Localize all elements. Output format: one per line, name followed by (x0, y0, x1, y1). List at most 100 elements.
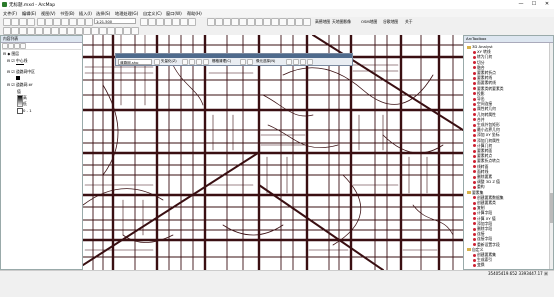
delete-icon[interactable] (61, 18, 69, 26)
toolbox-item[interactable]: 变换 (473, 262, 485, 268)
pan-tool-icon[interactable] (19, 27, 27, 35)
cell-selection-menu[interactable]: 像元选择(N) (256, 59, 275, 64)
fixed-zoom-in-icon[interactable] (239, 18, 247, 26)
tool-icon (473, 92, 476, 96)
raster-cleanup-menu[interactable]: 栅格清理(C) (212, 59, 231, 64)
undo-icon[interactable] (69, 18, 77, 26)
find-icon[interactable] (107, 27, 115, 35)
vectorize-menu[interactable]: 矢量化(Z) (161, 59, 177, 64)
select-cells-icon[interactable] (286, 59, 292, 65)
menu-file[interactable]: 文件(F) (3, 11, 17, 17)
info-icon[interactable] (75, 27, 83, 35)
menu-selection[interactable]: 选择(S) (96, 11, 110, 17)
shape-icon[interactable] (196, 59, 202, 65)
checkbox-icon[interactable]: ⊟ ☑ (7, 58, 16, 63)
open-icon[interactable] (11, 18, 19, 26)
forward-extent-icon[interactable] (263, 18, 271, 26)
redo-icon[interactable] (77, 18, 85, 26)
cut-icon[interactable] (37, 18, 45, 26)
list-by-selection-icon[interactable] (20, 43, 26, 49)
tab-about[interactable]: 关于 (405, 19, 413, 25)
map-scale-combo[interactable]: 1:21,500 (94, 18, 136, 24)
legend-class-label: 0 - 1 (23, 108, 32, 113)
eraser-icon[interactable] (247, 59, 253, 65)
arctoolbox-header: ArcToolbox (464, 36, 553, 43)
toc-layers-root[interactable]: ⊟ ◆ 图层 (3, 51, 19, 57)
hyperlink-icon[interactable] (83, 27, 91, 35)
tab-amap[interactable]: 高德地图 (315, 19, 330, 25)
select-icon[interactable] (67, 27, 75, 35)
go-to-xy-icon[interactable] (123, 27, 131, 35)
toolbox-item-label: 变换 (477, 262, 485, 268)
preview-icon[interactable] (203, 59, 209, 65)
brush-icon[interactable] (240, 59, 246, 65)
arctoolbox-icon[interactable] (172, 18, 180, 26)
copy-icon[interactable] (45, 18, 53, 26)
full-extent-icon[interactable] (231, 18, 239, 26)
tab-tianditu[interactable]: 天地图影像 (332, 19, 351, 25)
checkbox-icon[interactable]: ⊟ ☑ (7, 82, 16, 87)
raster-icon[interactable] (154, 59, 160, 65)
settings-icon[interactable] (307, 59, 313, 65)
pan-icon[interactable] (223, 18, 231, 26)
catalog-icon[interactable] (156, 18, 164, 26)
minimize-button[interactable]: — (515, 1, 527, 8)
tab-google[interactable]: 谷歌地图 (383, 19, 398, 25)
menu-help[interactable]: 帮助(H) (187, 11, 202, 17)
measure-tool-icon[interactable] (99, 27, 107, 35)
zoom-in-tool-icon[interactable] (3, 27, 11, 35)
identify-icon[interactable] (295, 18, 303, 26)
scrollbar-thumb[interactable] (550, 193, 553, 223)
python-icon[interactable] (180, 18, 188, 26)
menu-insert[interactable]: 插入(I) (79, 11, 92, 17)
clear-selection-icon[interactable] (279, 18, 287, 26)
time-slider-icon[interactable] (131, 27, 139, 35)
tool-icon (473, 50, 476, 54)
menu-bookmarks[interactable]: 书签(B) (60, 11, 75, 17)
menu-geoprocessing[interactable]: 地理处理(G) (115, 11, 138, 17)
search-icon[interactable] (164, 18, 172, 26)
snap-icon[interactable] (293, 59, 299, 65)
print-icon[interactable] (27, 18, 35, 26)
close-button[interactable]: ✕ (541, 1, 553, 8)
trace-icon[interactable] (182, 59, 188, 65)
toc-layer-roadnet-tif[interactable]: ⊟ ☑ 道路网.tif (7, 82, 32, 88)
toolbox-scrollbar[interactable] (549, 43, 553, 269)
modelbuilder-icon[interactable] (188, 18, 196, 26)
zoom-out-icon[interactable] (215, 18, 223, 26)
toc-layer-roadnet-central[interactable]: ⊟ ☑ 道路网中区 (7, 69, 35, 75)
line-icon[interactable] (189, 59, 195, 65)
fixed-zoom-out-icon[interactable] (247, 18, 255, 26)
select-elements-icon[interactable] (287, 18, 295, 26)
paste-icon[interactable] (53, 18, 61, 26)
measure-icon[interactable] (303, 18, 311, 26)
select-features-icon[interactable] (271, 18, 279, 26)
next-icon[interactable] (59, 27, 67, 35)
save-icon[interactable] (19, 18, 27, 26)
tab-osm[interactable]: OSM地图 (361, 19, 377, 25)
previous-icon[interactable] (51, 27, 59, 35)
zoom-out-tool-icon[interactable] (11, 27, 19, 35)
new-icon[interactable] (3, 18, 11, 26)
menu-windows[interactable]: 窗口(W) (166, 11, 182, 17)
menu-view[interactable]: 视图(V) (41, 11, 56, 17)
coordinate-readout: 35405419.652 3393447.17 米 (488, 271, 548, 276)
toc-icon[interactable] (148, 18, 156, 26)
maximize-button[interactable]: ☐ (528, 1, 540, 8)
layer-combo[interactable]: 道路网.shp (118, 59, 152, 65)
menu-customize[interactable]: 自定义(C) (143, 11, 162, 17)
back-extent-icon[interactable] (255, 18, 263, 26)
html-popup-icon[interactable] (91, 27, 99, 35)
options-icon[interactable] (300, 59, 306, 65)
add-data-icon[interactable] (85, 18, 93, 26)
globe-icon[interactable] (27, 27, 35, 35)
checkbox-icon[interactable]: ⊟ ☑ (7, 69, 16, 74)
editor-toolbar-icon[interactable] (140, 18, 148, 26)
zoom-in-icon[interactable] (207, 18, 215, 26)
floating-toolbar-titlebar[interactable] (116, 54, 352, 58)
fixed-in-icon[interactable] (35, 27, 43, 35)
route-icon[interactable] (115, 27, 123, 35)
map-canvas[interactable]: 道路网.shp 矢量化(Z) 栅格清理(C) 像元选择(N) (83, 35, 463, 270)
menu-edit[interactable]: 编辑(E) (22, 11, 36, 17)
fixed-out-icon[interactable] (43, 27, 51, 35)
